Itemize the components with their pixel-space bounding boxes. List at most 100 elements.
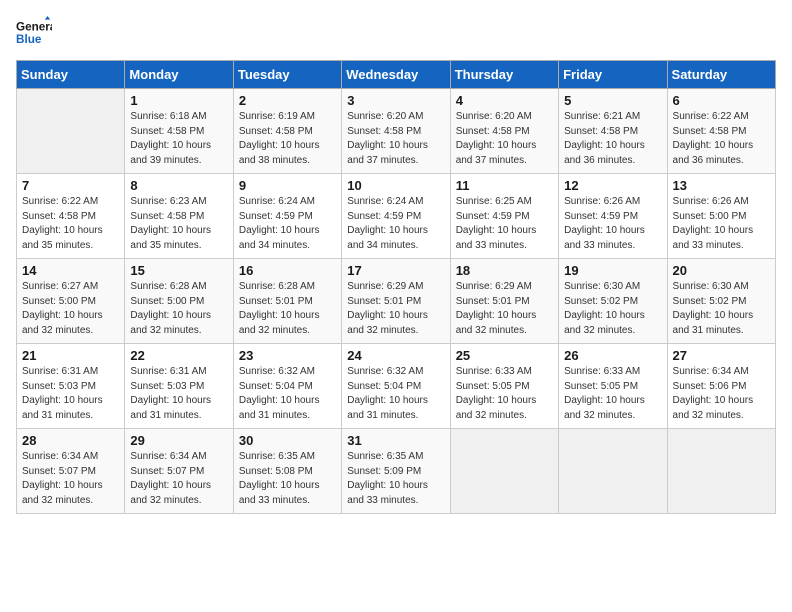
day-number: 16 [239,263,336,278]
day-number: 14 [22,263,119,278]
calendar-cell: 6Sunrise: 6:22 AM Sunset: 4:58 PM Daylig… [667,89,775,174]
calendar-cell: 30 Sunrise: 6:35 AM Sunset: 5:08 PM Dayli… [233,429,341,514]
day-info: Sunrise: 6:30 AM Sunset: 5:02 PM Dayligh… [564,280,661,338]
day-info: Sunrise: 6:22 AM Sunset: 4:58 PM Dayligh… [22,195,119,253]
calendar-cell: 15Sunrise: 6:28 AM Sunset: 5:00 PM Dayli… [125,259,233,344]
day-number: 17 [347,263,444,278]
logo: GeneralBlue [16,16,52,52]
day-info: Sunrise: 6:29 AM Sunset: 5:01 PM Dayligh… [456,280,553,338]
day-number: 23 [239,348,336,363]
day-info: Sunrise: 6:19 AM Sunset: 4:58 PM Dayligh… [239,110,336,168]
day-info: Sunrise: 6:35 AM Sunset: 5:08 PM Dayligh… [239,450,336,508]
day-number: 18 [456,263,553,278]
day-number: 29 [130,433,227,448]
day-info: Sunrise: 6:20 AM Sunset: 4:58 PM Dayligh… [456,110,553,168]
day-number: 24 [347,348,444,363]
calendar-cell: 27 Sunrise: 6:34 AM Sunset: 5:06 PM Dayli… [667,344,775,429]
calendar-cell: 24 Sunrise: 6:32 AM Sunset: 5:04 PM Dayli… [342,344,450,429]
day-info: Sunrise: 6:35 AM Sunset: 5:09 PM Dayligh… [347,450,444,508]
day-number: 25 [456,348,553,363]
day-number: 2 [239,93,336,108]
day-info: Sunrise: 6:34 AM Sunset: 5:07 PM Dayligh… [130,450,227,508]
day-info: Sunrise: 6:34 AM Sunset: 5:06 PM Dayligh… [673,365,770,423]
day-number: 12 [564,178,661,193]
calendar-cell: 22 Sunrise: 6:31 AM Sunset: 5:03 PM Dayli… [125,344,233,429]
logo-icon: GeneralBlue [16,16,52,52]
calendar-cell: 26Sunrise: 6:33 AM Sunset: 5:05 PM Dayli… [559,344,667,429]
weekday-header: Tuesday [233,61,341,89]
day-info: Sunrise: 6:33 AM Sunset: 5:05 PM Dayligh… [456,365,553,423]
day-number: 21 [22,348,119,363]
calendar-cell: 28Sunrise: 6:34 AM Sunset: 5:07 PM Dayli… [17,429,125,514]
day-number: 27 [673,348,770,363]
svg-text:General: General [16,20,52,33]
calendar-cell: 12 Sunrise: 6:26 AM Sunset: 4:59 PM Dayli… [559,174,667,259]
calendar-cell: 18 Sunrise: 6:29 AM Sunset: 5:01 PM Dayli… [450,259,558,344]
weekday-header: Saturday [667,61,775,89]
calendar-cell: 29 Sunrise: 6:34 AM Sunset: 5:07 PM Dayli… [125,429,233,514]
calendar-cell [17,89,125,174]
calendar-cell: 7 Sunrise: 6:22 AM Sunset: 4:58 PM Daylig… [17,174,125,259]
day-info: Sunrise: 6:26 AM Sunset: 4:59 PM Dayligh… [564,195,661,253]
page-header: GeneralBlue [16,16,776,52]
calendar-cell: 10 Sunrise: 6:24 AM Sunset: 4:59 PM Dayli… [342,174,450,259]
day-info: Sunrise: 6:18 AM Sunset: 4:58 PM Dayligh… [130,110,227,168]
day-number: 7 [22,178,119,193]
calendar-table: SundayMondayTuesdayWednesdayThursdayFrid… [16,60,776,514]
calendar-cell: 4 Sunrise: 6:20 AM Sunset: 4:58 PM Daylig… [450,89,558,174]
calendar-week-row: 21 Sunrise: 6:31 AM Sunset: 5:03 PM Dayli… [17,344,776,429]
day-info: Sunrise: 6:31 AM Sunset: 5:03 PM Dayligh… [130,365,227,423]
calendar-cell: 21Sunrise: 6:31 AM Sunset: 5:03 PM Dayli… [17,344,125,429]
day-number: 15 [130,263,227,278]
calendar-cell: 13 Sunrise: 6:26 AM Sunset: 5:00 PM Dayli… [667,174,775,259]
calendar-body: 1Sunrise: 6:18 AM Sunset: 4:58 PM Daylig… [17,89,776,514]
day-number: 20 [673,263,770,278]
weekday-header: Friday [559,61,667,89]
day-number: 10 [347,178,444,193]
day-info: Sunrise: 6:26 AM Sunset: 5:00 PM Dayligh… [673,195,770,253]
day-info: Sunrise: 6:20 AM Sunset: 4:58 PM Dayligh… [347,110,444,168]
calendar-week-row: 28 Sunrise: 6:34 AM Sunset: 5:07 PM Dayli… [17,429,776,514]
calendar-cell [450,429,558,514]
weekday-header: Thursday [450,61,558,89]
day-number: 11 [456,178,553,193]
day-info: Sunrise: 6:24 AM Sunset: 4:59 PM Dayligh… [347,195,444,253]
day-number: 19 [564,263,661,278]
svg-text:Blue: Blue [16,33,42,46]
calendar-cell: 8Sunrise: 6:23 AM Sunset: 4:58 PM Daylig… [125,174,233,259]
calendar-cell: 5 Sunrise: 6:21 AM Sunset: 4:58 PM Daylig… [559,89,667,174]
calendar-week-row: 7 Sunrise: 6:22 AM Sunset: 4:58 PM Daylig… [17,174,776,259]
day-number: 26 [564,348,661,363]
day-number: 30 [239,433,336,448]
calendar-cell: 19 Sunrise: 6:30 AM Sunset: 5:02 PM Dayli… [559,259,667,344]
day-number: 3 [347,93,444,108]
day-number: 13 [673,178,770,193]
calendar-cell: 31Sunrise: 6:35 AM Sunset: 5:09 PM Dayli… [342,429,450,514]
calendar-cell: 25 Sunrise: 6:33 AM Sunset: 5:05 PM Dayli… [450,344,558,429]
day-info: Sunrise: 6:30 AM Sunset: 5:02 PM Dayligh… [673,280,770,338]
day-info: Sunrise: 6:25 AM Sunset: 4:59 PM Dayligh… [456,195,553,253]
weekday-header: Monday [125,61,233,89]
calendar-cell: 17Sunrise: 6:29 AM Sunset: 5:01 PM Dayli… [342,259,450,344]
weekday-header: Wednesday [342,61,450,89]
day-info: Sunrise: 6:22 AM Sunset: 4:58 PM Dayligh… [673,110,770,168]
day-number: 4 [456,93,553,108]
day-info: Sunrise: 6:32 AM Sunset: 5:04 PM Dayligh… [347,365,444,423]
day-info: Sunrise: 6:24 AM Sunset: 4:59 PM Dayligh… [239,195,336,253]
weekday-header: Sunday [17,61,125,89]
calendar-cell: 1Sunrise: 6:18 AM Sunset: 4:58 PM Daylig… [125,89,233,174]
calendar-week-row: 1Sunrise: 6:18 AM Sunset: 4:58 PM Daylig… [17,89,776,174]
day-info: Sunrise: 6:21 AM Sunset: 4:58 PM Dayligh… [564,110,661,168]
day-info: Sunrise: 6:32 AM Sunset: 5:04 PM Dayligh… [239,365,336,423]
day-info: Sunrise: 6:23 AM Sunset: 4:58 PM Dayligh… [130,195,227,253]
calendar-cell: 11 Sunrise: 6:25 AM Sunset: 4:59 PM Dayli… [450,174,558,259]
day-number: 22 [130,348,227,363]
calendar-cell: 9 Sunrise: 6:24 AM Sunset: 4:59 PM Daylig… [233,174,341,259]
day-number: 28 [22,433,119,448]
calendar-cell: 14 Sunrise: 6:27 AM Sunset: 5:00 PM Dayli… [17,259,125,344]
day-info: Sunrise: 6:27 AM Sunset: 5:00 PM Dayligh… [22,280,119,338]
calendar-cell: 16Sunrise: 6:28 AM Sunset: 5:01 PM Dayli… [233,259,341,344]
day-number: 5 [564,93,661,108]
day-number: 9 [239,178,336,193]
calendar-cell: 3 Sunrise: 6:20 AM Sunset: 4:58 PM Daylig… [342,89,450,174]
